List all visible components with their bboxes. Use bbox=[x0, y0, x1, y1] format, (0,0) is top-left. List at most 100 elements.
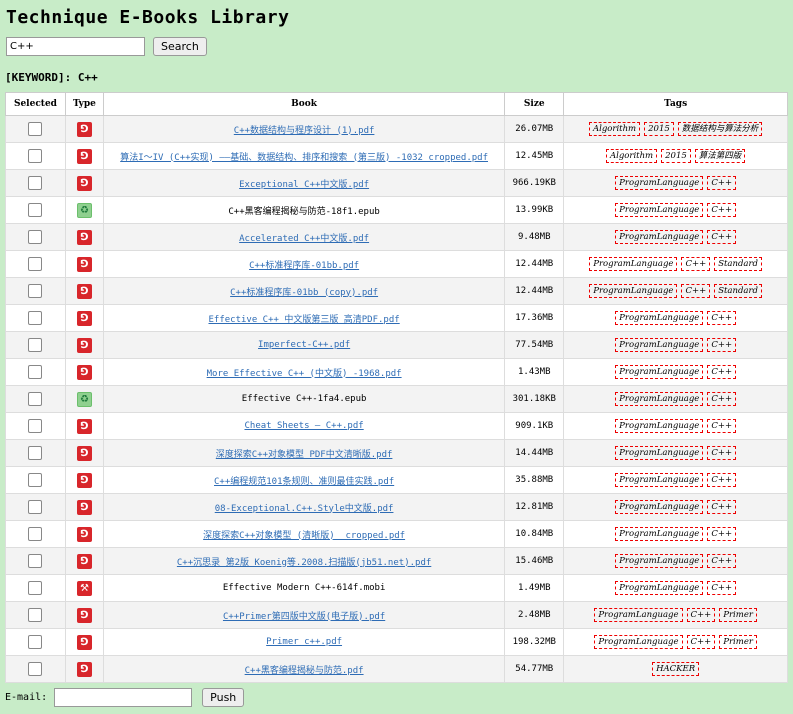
select-checkbox[interactable] bbox=[28, 311, 43, 325]
tag-badge[interactable]: ProgramLanguage bbox=[615, 581, 704, 595]
select-checkbox[interactable] bbox=[28, 662, 43, 676]
tag-badge[interactable]: Algorithm bbox=[588, 122, 641, 136]
select-checkbox[interactable] bbox=[28, 338, 43, 352]
tags-cell: ProgramLanguage C++ Primer bbox=[563, 628, 788, 656]
book-link[interactable]: Accelerated C++中文版.pdf bbox=[239, 234, 369, 244]
tag-badge[interactable]: C++ bbox=[681, 284, 711, 298]
tag-badge[interactable]: ProgramLanguage bbox=[615, 446, 704, 460]
select-checkbox[interactable] bbox=[28, 284, 43, 298]
tag-badge[interactable]: ProgramLanguage bbox=[615, 500, 704, 514]
tag-badge[interactable]: Standard bbox=[714, 257, 762, 271]
select-checkbox[interactable] bbox=[28, 230, 43, 244]
select-checkbox[interactable] bbox=[28, 176, 43, 190]
book-link[interactable]: More Effective C++ (中文版) -1968.pdf bbox=[207, 369, 402, 379]
select-checkbox[interactable] bbox=[28, 581, 43, 595]
tag-badge[interactable]: C++ bbox=[707, 419, 737, 433]
tag-badge[interactable]: C++ bbox=[707, 365, 737, 379]
tag-badge[interactable]: 数据结构与算法分析 bbox=[677, 122, 763, 136]
tag-badge[interactable]: ProgramLanguage bbox=[615, 473, 704, 487]
select-checkbox[interactable] bbox=[28, 527, 43, 541]
tag-badge[interactable]: 2015 bbox=[644, 122, 674, 136]
tag-badge[interactable]: ProgramLanguage bbox=[615, 203, 704, 217]
tag-badge[interactable]: C++ bbox=[707, 446, 737, 460]
tag-badge[interactable]: ProgramLanguage bbox=[615, 419, 704, 433]
push-button[interactable]: Push bbox=[202, 688, 245, 707]
book-link[interactable]: C++标准程序库-01bb.pdf bbox=[249, 261, 359, 271]
book-link[interactable]: 深度探索C++对象模型 (清晰版) _cropped.pdf bbox=[203, 531, 405, 541]
tag-badge[interactable]: Primer bbox=[719, 608, 757, 622]
book-link[interactable]: Imperfect-C++.pdf bbox=[258, 340, 350, 350]
tag-badge[interactable]: Algorithm bbox=[605, 149, 658, 163]
tag-badge[interactable]: C++ bbox=[707, 473, 737, 487]
tag-badge[interactable]: C++ bbox=[707, 527, 737, 541]
tag-badge[interactable]: C++ bbox=[681, 257, 711, 271]
table-row: ⅁ C++沉思录 第2版 Koenig等.2008.扫描版(jb51.net).p… bbox=[5, 547, 788, 575]
tag-badge[interactable]: ProgramLanguage bbox=[615, 365, 704, 379]
tag-badge[interactable]: 算法第四版 bbox=[694, 149, 746, 163]
tag-badge[interactable]: ProgramLanguage bbox=[615, 392, 704, 406]
select-checkbox[interactable] bbox=[28, 635, 43, 649]
tag-badge[interactable]: HACKER bbox=[652, 662, 700, 676]
pdf-icon: ⅁ bbox=[76, 634, 92, 650]
size-cell: 12.44MB bbox=[504, 277, 565, 305]
book-link[interactable]: C++数据结构与程序设计 (1).pdf bbox=[234, 126, 375, 136]
email-field[interactable] bbox=[54, 688, 193, 707]
tag-badge[interactable]: ProgramLanguage bbox=[615, 527, 704, 541]
tags-cell: ProgramLanguage C++ Standard bbox=[563, 277, 788, 305]
tag-badge[interactable]: C++ bbox=[707, 176, 737, 190]
tag-badge[interactable]: C++ bbox=[707, 338, 737, 352]
table-row: ⅁ Cheat Sheets — C++.pdf 909.1KB ProgramLan… bbox=[5, 412, 788, 440]
select-checkbox[interactable] bbox=[28, 446, 43, 460]
select-checkbox[interactable] bbox=[28, 365, 43, 379]
tag-badge[interactable]: ProgramLanguage bbox=[615, 554, 704, 568]
book-link[interactable]: 08-Exceptional.C++.Style中文版.pdf bbox=[215, 504, 394, 514]
book-link[interactable]: 算法I～IV (C++实现) ——基础、数据结构、排序和搜索 (第三版) -10… bbox=[120, 153, 488, 163]
tag-badge[interactable]: C++ bbox=[686, 635, 716, 649]
tag-badge[interactable]: ProgramLanguage bbox=[589, 257, 678, 271]
tag-badge[interactable]: ProgramLanguage bbox=[615, 176, 704, 190]
select-checkbox[interactable] bbox=[28, 554, 43, 568]
tag-badge[interactable]: C++ bbox=[707, 500, 737, 514]
book-link[interactable]: Cheat Sheets — C++.pdf bbox=[244, 421, 363, 431]
book-title: Effective C++-1fa4.epub bbox=[241, 394, 367, 404]
tag-badge[interactable]: C++ bbox=[707, 230, 737, 244]
tag-badge[interactable]: Primer bbox=[719, 635, 757, 649]
tag-badge[interactable]: ProgramLanguage bbox=[589, 284, 678, 298]
tag-badge[interactable]: ProgramLanguage bbox=[594, 635, 683, 649]
book-link[interactable]: C++编程规范101条规则、准则最佳实践.pdf bbox=[214, 477, 394, 487]
select-checkbox[interactable] bbox=[28, 608, 43, 622]
type-cell: ⅁ bbox=[64, 628, 104, 656]
book-link[interactable]: C++沉思录 第2版 Koenig等.2008.扫描版(jb51.net).pd… bbox=[177, 558, 431, 568]
tag-badge[interactable]: Standard bbox=[714, 284, 762, 298]
tag-badge[interactable]: C++ bbox=[707, 554, 737, 568]
tag-badge[interactable]: 2015 bbox=[661, 149, 691, 163]
tag-badge[interactable]: C++ bbox=[707, 392, 737, 406]
book-link[interactable]: Effective C++ 中文版第三版 高清PDF.pdf bbox=[208, 315, 399, 325]
select-checkbox[interactable] bbox=[28, 257, 43, 271]
select-checkbox[interactable] bbox=[28, 473, 43, 487]
tag-badge[interactable]: ProgramLanguage bbox=[615, 338, 704, 352]
select-checkbox[interactable] bbox=[28, 419, 43, 433]
select-checkbox[interactable] bbox=[28, 392, 43, 406]
book-link[interactable]: C++黑客编程揭秘与防范.pdf bbox=[245, 666, 364, 676]
tag-badge[interactable]: ProgramLanguage bbox=[615, 311, 704, 325]
select-checkbox[interactable] bbox=[28, 500, 43, 514]
book-link[interactable]: Primer c++.pdf bbox=[266, 637, 342, 647]
select-checkbox[interactable] bbox=[28, 122, 43, 136]
tag-badge[interactable]: ProgramLanguage bbox=[594, 608, 683, 622]
book-link[interactable]: Exceptional C++中文版.pdf bbox=[239, 180, 369, 190]
tag-badge[interactable]: ProgramLanguage bbox=[615, 230, 704, 244]
search-input[interactable] bbox=[6, 37, 145, 56]
book-link[interactable]: C++Primer第四版中文版(电子版).pdf bbox=[223, 612, 385, 622]
tag-badge[interactable]: C++ bbox=[707, 581, 737, 595]
tag-badge[interactable]: C++ bbox=[686, 608, 716, 622]
search-button[interactable]: Search bbox=[153, 37, 207, 56]
select-checkbox[interactable] bbox=[28, 203, 43, 217]
book-link[interactable]: C++标准程序库-01bb (copy).pdf bbox=[230, 288, 378, 298]
select-checkbox[interactable] bbox=[28, 149, 43, 163]
selected-cell bbox=[5, 520, 66, 548]
book-link[interactable]: 深度探索C++对象模型 PDF中文清晰版.pdf bbox=[216, 450, 393, 460]
size-cell: 17.36MB bbox=[504, 304, 565, 332]
tag-badge[interactable]: C++ bbox=[707, 311, 737, 325]
tag-badge[interactable]: C++ bbox=[707, 203, 737, 217]
